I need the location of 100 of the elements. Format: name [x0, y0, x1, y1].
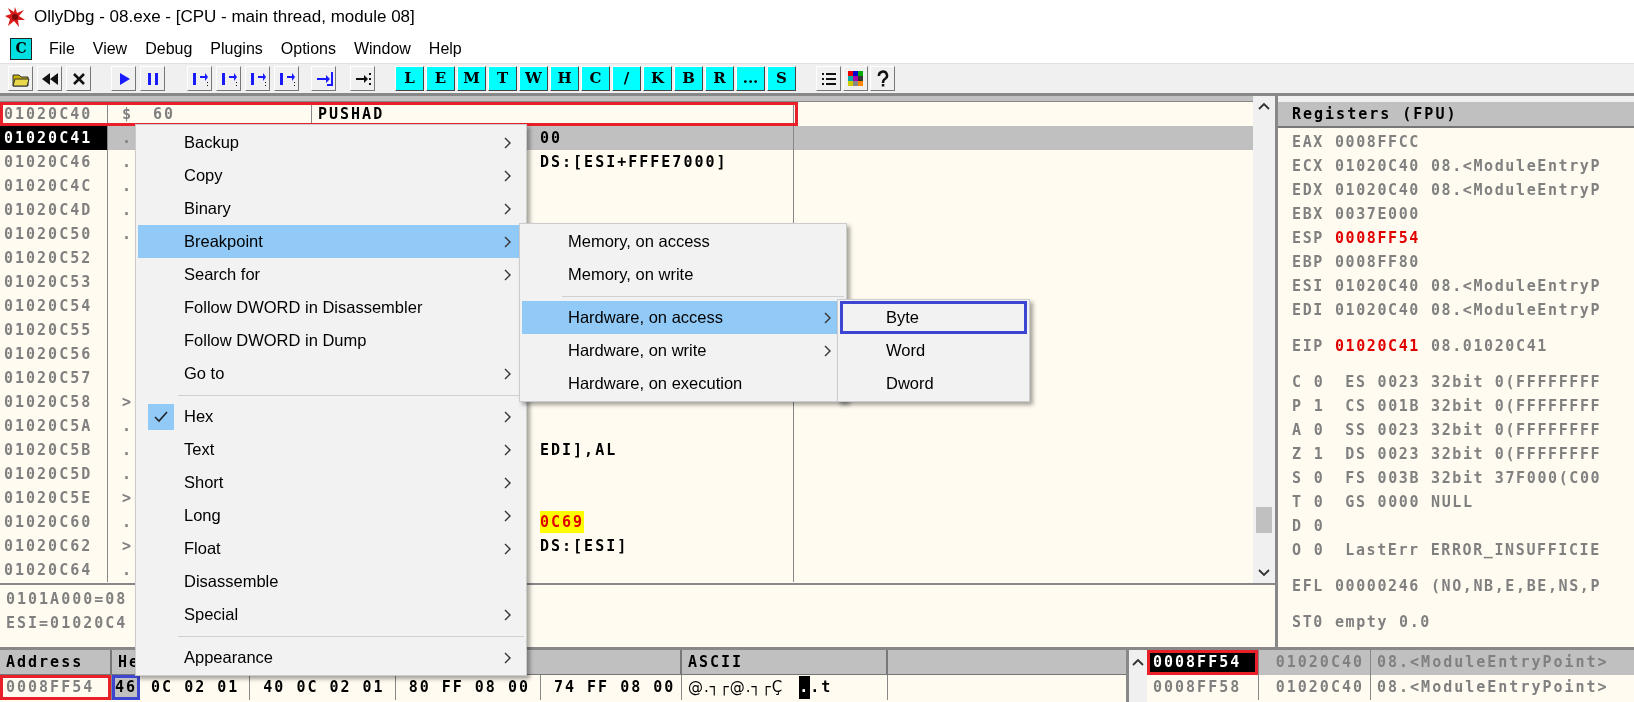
toolbar-button[interactable]: T [488, 66, 517, 91]
menu-item[interactable]: File [40, 36, 84, 61]
menu-item[interactable]: Special [138, 598, 524, 631]
check-icon [154, 410, 168, 423]
menu-item[interactable]: Memory, on write [522, 258, 844, 291]
toolbar-button[interactable]: B [674, 66, 703, 91]
scrollbar[interactable] [1129, 650, 1147, 702]
toolbar-button[interactable]: R [705, 66, 734, 91]
open-button[interactable] [8, 66, 33, 91]
menu-label: Search for [184, 264, 262, 286]
segment-value: 0023 [1377, 443, 1421, 465]
menu-item[interactable]: Disassemble [138, 565, 524, 598]
toolbar-button[interactable]: / [612, 66, 641, 91]
segment-info: NULL [1431, 491, 1474, 513]
address-text: 01020C5A [4, 415, 93, 437]
colors-button[interactable] [843, 66, 868, 91]
flag-value: 0 [1313, 371, 1325, 393]
menu-label: Text [184, 439, 216, 461]
menu-item[interactable]: Help [419, 36, 471, 61]
menu-label: Hardware, on execution [568, 373, 744, 395]
flag-name: T [1292, 491, 1303, 513]
menu-item[interactable]: Binary [138, 192, 524, 225]
menu-item[interactable]: Options [271, 36, 345, 61]
address-text: 0008FF54 [1152, 652, 1242, 674]
menu-label: Special [184, 604, 240, 626]
segment-value: 0000 [1377, 491, 1421, 513]
menu-item[interactable]: Float [138, 532, 524, 565]
register-comment: 0.0 [1399, 611, 1431, 633]
scrollbar-thumb[interactable] [1256, 507, 1272, 533]
info-text: ESI=01020C4 [6, 612, 128, 634]
menu-item[interactable]: View [83, 36, 137, 61]
menu-item[interactable]: Short [138, 466, 524, 499]
pause-button[interactable] [140, 66, 165, 91]
address-text: 01020C58 [4, 391, 93, 413]
selected-row[interactable]: 0008FF54 01020C40 08.<ModuleEntryPoint> [1147, 650, 1634, 675]
toolbar-button[interactable]: S [767, 66, 796, 91]
toolbar-button[interactable]: E [426, 66, 455, 91]
checkbox[interactable] [148, 403, 174, 430]
flag-name: P [1292, 395, 1303, 417]
register-name: EIP [1292, 335, 1324, 357]
ascii-text: . [799, 676, 811, 699]
menu-label: Copy [184, 165, 224, 187]
close-button[interactable] [66, 66, 91, 91]
scrollbar[interactable] [1253, 96, 1275, 583]
menu-item[interactable]: Copy [138, 159, 524, 192]
stack-comment: 08.<ModuleEntryPoint> [1377, 677, 1609, 699]
toolbar-button[interactable]: C [581, 66, 610, 91]
marker-text: > [122, 391, 134, 413]
marker-text: . [122, 463, 134, 485]
run-to-button[interactable] [350, 66, 375, 91]
toolbar-button[interactable]: W [519, 66, 548, 91]
menu-label: Hardware, on write [568, 340, 708, 362]
register-name: EBP [1292, 251, 1324, 273]
flag-value: 0 [1313, 539, 1325, 561]
address-text: 01020C4D [4, 199, 93, 221]
address-text: 0008FF54 [5, 677, 95, 699]
menu-item[interactable]: Window [344, 36, 420, 61]
menu-item[interactable]: Dword [840, 367, 1027, 400]
menu-item[interactable]: Byte [840, 301, 1027, 334]
menu-item[interactable]: Text [138, 433, 524, 466]
ascii-text: .t [810, 677, 833, 699]
app-menu-button[interactable]: C [10, 37, 32, 60]
menu-label: Float [184, 538, 222, 560]
toolbar-button[interactable]: K [643, 66, 672, 91]
toolbar-button[interactable]: ... [736, 66, 765, 91]
menu-item[interactable]: Debug [136, 36, 202, 61]
hex-text: 60 [153, 103, 176, 125]
register-value: 01020C41 [1334, 335, 1420, 357]
return-button[interactable] [311, 66, 336, 91]
menu-item[interactable]: Memory, on access [522, 225, 844, 258]
address-text: 01020C55 [4, 319, 93, 341]
play-button[interactable] [111, 66, 136, 91]
marker-text: $ [122, 103, 134, 125]
register-value: empty [1334, 611, 1389, 633]
stack-row[interactable]: 0008FF58 01020C40 08.<ModuleEntryPoint> [1147, 675, 1634, 700]
toolbar-button[interactable]: H [550, 66, 579, 91]
address-text: 01020C40 [4, 103, 93, 125]
address-text: 01020C64 [4, 559, 93, 581]
toolbar-button[interactable]: L [395, 66, 424, 91]
toolbar-button[interactable]: M [457, 66, 486, 91]
trace-over-button[interactable] [274, 66, 299, 91]
menu-item[interactable]: Plugins [201, 36, 272, 61]
address-text: 01020C46 [4, 151, 93, 173]
help-button[interactable] [870, 66, 895, 91]
address-text: 01020C60 [4, 511, 93, 533]
rewind-button[interactable] [37, 66, 62, 91]
list-button[interactable] [816, 66, 841, 91]
command-text: 0C69 [540, 510, 585, 534]
step-into-button[interactable] [187, 66, 212, 91]
step-over-button[interactable] [216, 66, 241, 91]
register-name: ST0 [1292, 611, 1324, 633]
menu-item[interactable]: Word [840, 334, 1027, 367]
menu-item[interactable]: Long [138, 499, 524, 532]
menu-item[interactable]: Hex [138, 400, 524, 433]
column-header: Address [6, 651, 84, 673]
menu-item[interactable]: Appearance [138, 641, 524, 674]
marker-text: > [122, 487, 134, 509]
trace-into-button[interactable] [245, 66, 270, 91]
register-value: 01020C40 [1334, 275, 1420, 297]
segment-info: 32bit 0(FFFFFFFF [1431, 443, 1602, 465]
